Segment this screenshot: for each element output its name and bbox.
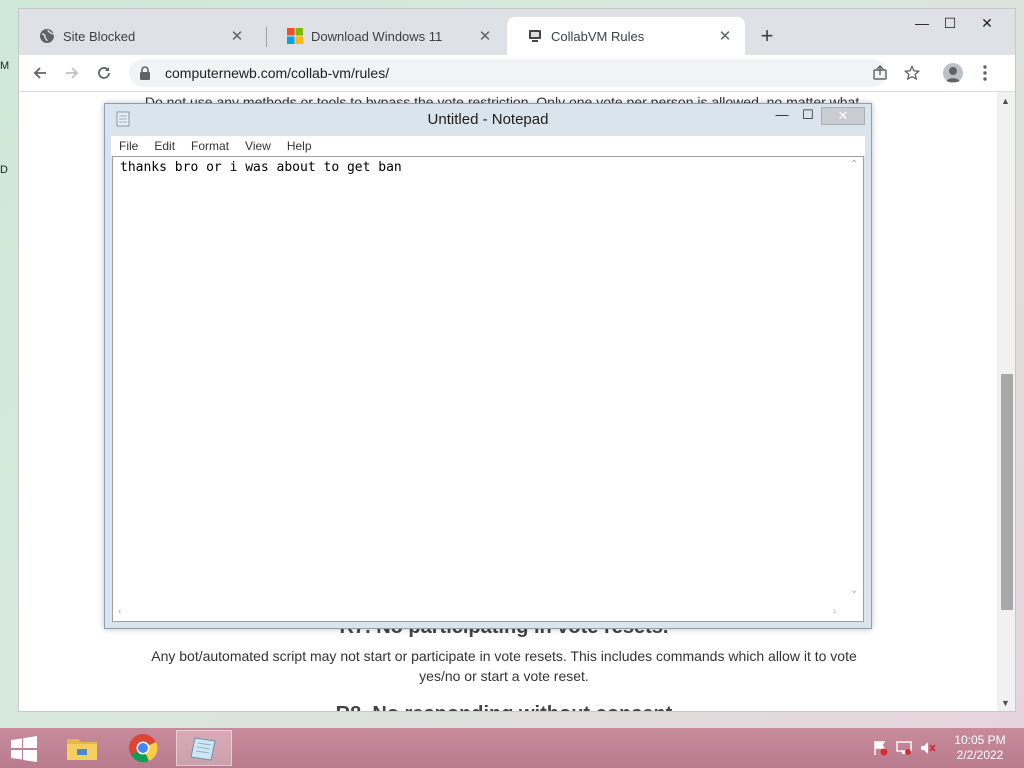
reload-icon [98, 67, 110, 79]
scroll-right-arrow-icon[interactable]: › [833, 606, 836, 617]
lock-icon [139, 66, 153, 80]
menu-view[interactable]: View [237, 139, 279, 153]
maximize-button[interactable]: ☐ [935, 9, 965, 37]
address-bar[interactable]: computernewb.com/collab-vm/rules/ [129, 59, 887, 87]
browser-toolbar: computernewb.com/collab-vm/rules/ [19, 55, 1015, 92]
menu-kebab-icon[interactable] [972, 60, 998, 86]
desktop-label-fragment: D [0, 164, 8, 176]
notepad-horizontal-scrollbar[interactable]: ‹ › [113, 604, 848, 621]
tab-site-blocked[interactable]: Site Blocked ✕ [19, 17, 257, 55]
notepad-close-button[interactable]: ✕ [821, 107, 865, 125]
windows-logo-icon [287, 28, 303, 44]
network-icon[interactable] [896, 740, 912, 761]
notepad-text-area[interactable]: thanks bro or i was about to get ban ⌃ ⌄… [112, 156, 864, 622]
bookmark-star-icon[interactable] [899, 60, 925, 86]
page-scrollbar[interactable]: ▲ ▼ [997, 92, 1015, 711]
start-button[interactable] [6, 734, 42, 764]
clock-date: 2/2/2022 [956, 748, 1004, 762]
taskbar-clock[interactable]: 10:05 PM 2/2/2022 [940, 733, 1020, 763]
tab-close-icon[interactable]: ✕ [229, 28, 245, 45]
menu-help[interactable]: Help [279, 139, 320, 153]
scroll-down-arrow-icon[interactable]: ⌄ [850, 585, 858, 596]
collabvm-icon [527, 28, 543, 44]
notepad-title: Untitled - Notepad [427, 111, 549, 128]
system-tray [872, 740, 936, 761]
tab-download-windows-11[interactable]: Download Windows 11 ✕ [267, 17, 505, 55]
tab-title: Site Blocked [63, 28, 136, 44]
share-icon[interactable] [867, 60, 893, 86]
notepad-minimize-button[interactable]: — [769, 107, 795, 125]
chrome-icon[interactable] [115, 730, 171, 766]
minimize-button[interactable]: — [907, 9, 937, 37]
tab-strip: Site Blocked ✕ Download Windows 11 ✕ Col… [19, 9, 1015, 55]
notepad-window: Untitled - Notepad — ☐ ✕ File Edit Forma… [104, 103, 872, 629]
forward-button[interactable] [59, 60, 85, 86]
tab-title: Download Windows 11 [311, 28, 443, 44]
back-arrow-icon [33, 67, 46, 79]
notepad-icon[interactable] [176, 730, 232, 766]
avatar-icon [943, 63, 963, 83]
reload-button[interactable] [91, 60, 117, 86]
tab-close-icon[interactable]: ✕ [717, 28, 733, 45]
close-button[interactable]: ✕ [965, 9, 1009, 37]
action-center-flag-icon[interactable] [872, 740, 888, 761]
notepad-content: thanks bro or i was about to get ban [120, 160, 402, 175]
desktop-label-fragment: M [0, 60, 10, 72]
menu-edit[interactable]: Edit [146, 139, 183, 153]
globe-icon [39, 28, 55, 44]
volume-muted-icon[interactable] [920, 740, 936, 761]
forward-arrow-icon [66, 67, 79, 79]
tab-close-icon[interactable]: ✕ [477, 28, 493, 45]
tab-collabvm-rules[interactable]: CollabVM Rules ✕ [507, 17, 745, 55]
menu-file[interactable]: File [111, 139, 146, 153]
back-button[interactable] [27, 60, 53, 86]
notepad-titlebar[interactable]: Untitled - Notepad — ☐ ✕ [105, 104, 871, 134]
menu-format[interactable]: Format [183, 139, 237, 153]
scroll-up-arrow-icon[interactable]: ▲ [1001, 96, 1010, 106]
windows-start-icon [11, 736, 37, 762]
scroll-up-arrow-icon[interactable]: ⌃ [850, 159, 858, 170]
taskbar: 10:05 PM 2/2/2022 [0, 728, 1024, 768]
rule-text: Any bot/automated script may not start o… [151, 648, 857, 684]
notepad-menubar: File Edit Format View Help [111, 136, 865, 156]
profile-avatar[interactable] [940, 60, 966, 86]
notepad-vertical-scrollbar[interactable]: ⌃ ⌄ [846, 157, 863, 603]
clock-time: 10:05 PM [954, 733, 1006, 747]
new-tab-button[interactable]: + [757, 25, 777, 47]
file-explorer-icon[interactable] [54, 730, 110, 766]
scroll-thumb[interactable] [1001, 374, 1013, 610]
scroll-left-arrow-icon[interactable]: ‹ [118, 606, 121, 617]
scroll-down-arrow-icon[interactable]: ▼ [1001, 698, 1010, 708]
notepad-maximize-button[interactable]: ☐ [795, 107, 821, 125]
url-text: computernewb.com/collab-vm/rules/ [165, 65, 390, 81]
rule-heading: R8. No responding without consent [19, 703, 989, 711]
tab-title: CollabVM Rules [551, 28, 645, 44]
size-grip-icon[interactable] [846, 604, 863, 621]
